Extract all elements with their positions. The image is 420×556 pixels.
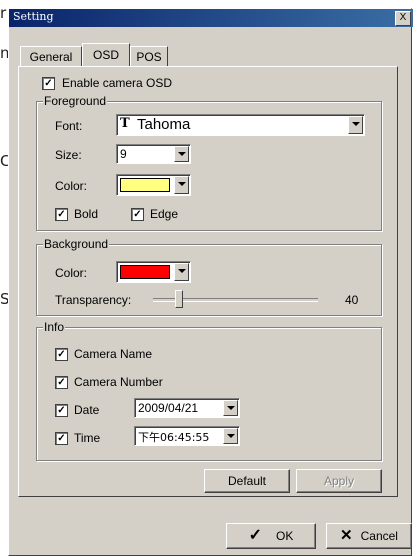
bold-checkbox[interactable]: ✓ (55, 208, 68, 221)
transparency-slider-thumb[interactable] (175, 290, 184, 308)
title-bar[interactable]: Setting X (9, 9, 413, 27)
bg-color-label: Color: (55, 266, 88, 280)
date-value: 2009/04/21 (138, 401, 199, 415)
fg-color-label: Color: (55, 179, 88, 193)
time-picker[interactable]: 下午06:45:55 (134, 426, 240, 446)
font-label: Font: (55, 119, 83, 133)
x-icon: ✕ (340, 527, 353, 544)
edge-label: Edge (150, 207, 179, 221)
tab-general[interactable]: General (20, 46, 82, 66)
chevron-down-icon[interactable] (348, 116, 363, 134)
close-button[interactable]: X (395, 11, 411, 26)
background-text-fragment: r (0, 4, 7, 22)
transparency-value: 40 (345, 293, 359, 307)
time-checkbox[interactable]: ✓ (55, 432, 68, 445)
enable-osd-label: Enable camera OSD (62, 76, 173, 90)
background-group-title: Background (43, 237, 110, 251)
date-label: Date (74, 403, 100, 417)
date-picker[interactable]: 2009/04/21 (134, 398, 240, 418)
apply-button[interactable]: Apply (296, 469, 382, 493)
chevron-down-icon[interactable] (174, 176, 189, 194)
font-value: Tahoma (137, 116, 191, 133)
ok-label: OK (276, 529, 294, 543)
bold-label: Bold (74, 207, 99, 221)
camera-number-label: Camera Number (74, 375, 163, 389)
time-label: Time (74, 431, 101, 445)
cancel-label: Cancel (360, 529, 398, 543)
ok-button[interactable]: ✓ OK (226, 523, 316, 549)
size-label: Size: (55, 148, 82, 162)
truetype-icon: 𝐓 (120, 116, 130, 131)
chevron-down-icon[interactable] (174, 146, 189, 162)
default-button[interactable]: Default (204, 469, 290, 493)
fg-color-select[interactable] (116, 174, 191, 196)
size-select[interactable]: 9 (116, 144, 191, 164)
window-title: Setting (13, 10, 54, 23)
date-checkbox[interactable]: ✓ (55, 404, 68, 417)
cancel-button[interactable]: ✕ Cancel (326, 523, 412, 549)
size-value: 9 (120, 147, 127, 161)
bg-color-select[interactable] (116, 261, 191, 283)
font-select[interactable]: 𝐓 Tahoma (116, 114, 365, 136)
time-value: 下午06:45:55 (138, 431, 210, 444)
camera-name-label: Camera Name (74, 347, 153, 361)
bg-color-swatch (120, 265, 170, 279)
chevron-down-icon[interactable] (223, 428, 238, 444)
enable-osd-checkbox[interactable]: ✓ (42, 77, 55, 90)
foreground-group-title: Foreground (43, 94, 108, 108)
camera-name-checkbox[interactable]: ✓ (55, 348, 68, 361)
fg-color-swatch (120, 178, 170, 192)
transparency-label: Transparency: (55, 293, 132, 307)
edge-checkbox[interactable]: ✓ (131, 208, 144, 221)
checkmark-icon: ✓ (248, 527, 263, 544)
camera-number-checkbox[interactable]: ✓ (55, 376, 68, 389)
tab-pos[interactable]: POS (130, 46, 168, 66)
info-group-title: Info (43, 320, 66, 334)
chevron-down-icon[interactable] (223, 400, 238, 416)
chevron-down-icon[interactable] (174, 263, 189, 281)
tab-osd[interactable]: OSD (82, 43, 130, 66)
